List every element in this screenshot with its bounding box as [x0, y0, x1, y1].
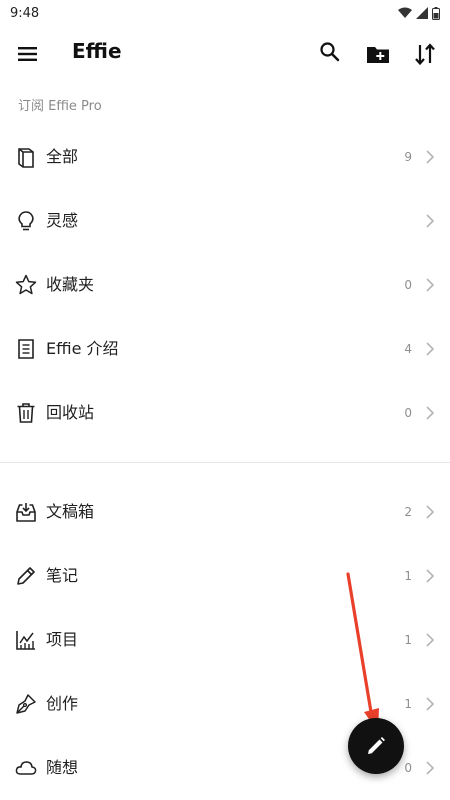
folder-item-notes[interactable]: 笔记 1	[0, 544, 450, 608]
sidebar-item-favorites[interactable]: 收藏夹 0	[0, 253, 450, 317]
item-label: 回收站	[46, 403, 95, 422]
status-bar: 9:48	[0, 0, 450, 26]
chevron-right-icon	[426, 150, 435, 164]
chevron-right-icon	[426, 214, 435, 228]
chevron-right-icon	[426, 697, 435, 711]
item-count: 4	[404, 342, 412, 356]
document-icon	[18, 339, 34, 359]
edit-icon	[368, 737, 385, 754]
chevron-right-icon	[426, 633, 435, 647]
wifi-icon	[398, 7, 412, 18]
chart-icon	[16, 631, 35, 650]
item-label: 项目	[46, 630, 79, 649]
battery-icon	[432, 6, 440, 20]
folder-item-drafts[interactable]: 文稿箱 2	[0, 480, 450, 544]
item-label: 文稿箱	[46, 502, 95, 521]
chevron-right-icon	[426, 761, 435, 775]
item-label: 创作	[46, 694, 79, 713]
item-label: 随想	[46, 758, 79, 777]
folder-item-projects[interactable]: 项目 1	[0, 608, 450, 672]
item-count: 0	[404, 406, 412, 420]
item-label: 灵感	[46, 211, 79, 230]
notebook-icon	[18, 148, 34, 168]
lightbulb-icon	[18, 211, 34, 231]
sidebar-item-inspiration[interactable]: 灵感	[0, 189, 450, 253]
subscribe-pro-link[interactable]: 订阅 Effie Pro	[18, 95, 102, 114]
sidebar-item-all[interactable]: 全部 9	[0, 125, 450, 189]
chevron-right-icon	[426, 278, 435, 292]
item-label: 收藏夹	[46, 275, 95, 294]
menu-icon[interactable]	[14, 40, 42, 68]
chevron-right-icon	[426, 569, 435, 583]
new-folder-icon[interactable]	[364, 40, 392, 68]
item-label: 笔记	[46, 566, 79, 585]
item-count: 9	[404, 150, 412, 164]
signal-icon	[416, 7, 428, 19]
status-time: 9:48	[10, 5, 40, 21]
item-count: 1	[404, 569, 412, 583]
status-icons	[398, 6, 440, 20]
pen-nib-icon	[16, 694, 36, 714]
sidebar-item-effie-intro[interactable]: Effie 介绍 4	[0, 317, 450, 381]
app-bar: Effie	[0, 26, 450, 80]
app-title: Effie	[72, 39, 122, 63]
chevron-right-icon	[426, 406, 435, 420]
search-icon[interactable]	[318, 40, 342, 64]
item-count: 0	[404, 278, 412, 292]
section-divider	[0, 462, 450, 463]
item-label: Effie 介绍	[46, 339, 119, 358]
star-icon	[15, 274, 37, 295]
sort-icon[interactable]	[411, 40, 439, 68]
item-label: 全部	[46, 147, 79, 166]
cloud-icon	[15, 761, 37, 775]
pencil-icon	[17, 567, 35, 585]
item-count: 1	[404, 697, 412, 711]
item-count: 1	[404, 633, 412, 647]
new-note-fab[interactable]	[348, 718, 404, 774]
chevron-right-icon	[426, 342, 435, 356]
item-count: 2	[404, 505, 412, 519]
sidebar-item-trash[interactable]: 回收站 0	[0, 381, 450, 445]
inbox-icon	[16, 503, 36, 522]
trash-icon	[17, 403, 35, 423]
chevron-right-icon	[426, 505, 435, 519]
